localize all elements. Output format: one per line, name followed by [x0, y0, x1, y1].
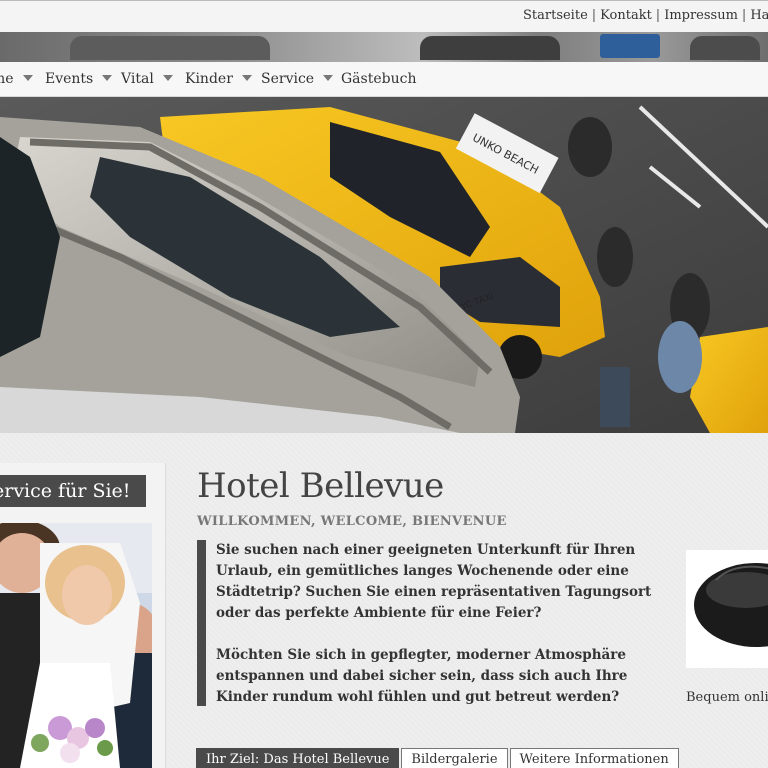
page-subtitle: WILLKOMMEN, WELCOME, BIENVENUE [197, 514, 507, 529]
nav-label: Kinder [185, 71, 233, 87]
link-kontakt[interactable]: Kontakt [600, 8, 652, 23]
nav-item-home[interactable]: me [0, 71, 33, 87]
header-street-strip [0, 32, 768, 62]
nav-item-gaestebuch[interactable]: Gästebuch [341, 71, 416, 87]
wedding-photo [0, 523, 152, 768]
main-nav: me Events Vital Kinder Service Gästebuch [0, 62, 768, 97]
nav-label: Vital [121, 71, 154, 87]
caret-down-icon [22, 75, 33, 81]
link-impressum[interactable]: Impressum [664, 8, 738, 23]
caret-down-icon [102, 75, 113, 81]
page-title: Hotel Bellevue [197, 466, 444, 506]
top-links-bar: Startseite|Kontakt|Impressum|Haftu [0, 0, 768, 32]
tab-weitere-informationen[interactable]: Weitere Informationen [509, 748, 679, 768]
separator: | [741, 8, 747, 23]
caret-down-icon [323, 75, 334, 81]
intro-quote: Sie suchen nach einer geeigneten Unterku… [197, 540, 677, 706]
caret-down-icon [162, 75, 173, 81]
content-tabs: Ihr Ziel: Das Hotel Bellevue Bildergaleri… [196, 748, 681, 768]
nav-label: Service [261, 71, 315, 87]
separator: | [655, 8, 661, 23]
nav-label: Events [45, 71, 94, 87]
separator: | [591, 8, 597, 23]
nav-item-vital[interactable]: Vital [121, 71, 173, 87]
tab-bildergalerie[interactable]: Bildergalerie [401, 748, 508, 768]
nav-label: me [0, 71, 14, 87]
nav-label: Gästebuch [341, 71, 417, 87]
nav-item-service[interactable]: Service [261, 71, 334, 87]
nav-item-kinder[interactable]: Kinder [185, 71, 252, 87]
link-startseite[interactable]: Startseite [523, 8, 588, 23]
link-haftung[interactable]: Haftu [750, 8, 768, 23]
service-badge[interactable]: ervice für Sie! [0, 475, 146, 507]
nav-item-events[interactable]: Events [45, 71, 113, 87]
intro-paragraph-1: Sie suchen nach einer geeigneten Unterku… [216, 542, 652, 621]
online-booking-caption[interactable]: Bequem onlin [686, 690, 768, 705]
computer-mouse-image[interactable] [686, 550, 768, 668]
caret-down-icon [241, 75, 252, 81]
intro-paragraph-2: Möchten Sie sich in gepflegter, moderner… [216, 647, 628, 705]
hero-image: UNKO BEACH NYC TAXI [0, 97, 768, 433]
tab-hotel-bellevue[interactable]: Ihr Ziel: Das Hotel Bellevue [196, 748, 400, 768]
